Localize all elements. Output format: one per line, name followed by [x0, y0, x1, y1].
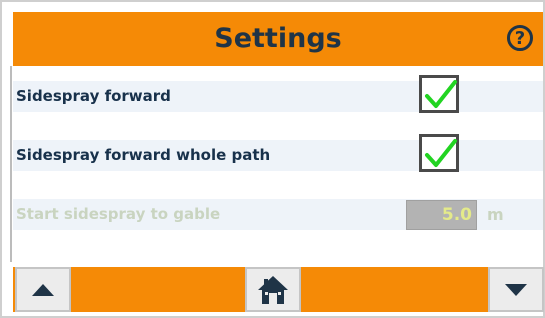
setting-label: Sidespray forward whole path [16, 146, 271, 164]
home-button[interactable] [245, 267, 301, 312]
arrow-down-icon [505, 283, 527, 296]
scroll-down-button[interactable] [488, 267, 544, 312]
scroll-up-button[interactable] [15, 267, 71, 312]
page-title: Settings [214, 23, 342, 54]
sidespray-whole-path-checkbox[interactable] [419, 134, 459, 172]
setting-label: Start sidespray to gable [16, 205, 221, 223]
arrow-up-icon [32, 283, 54, 296]
start-sidespray-value-field: 5.0 [406, 200, 477, 230]
setting-label: Sidespray forward [16, 87, 171, 105]
left-divider [10, 66, 12, 262]
setting-row-sidespray-whole-path: Sidespray forward whole path [13, 134, 543, 172]
checkmark-icon [425, 80, 457, 108]
setting-row-sidespray-forward: Sidespray forward [13, 75, 543, 113]
unit-label: m [487, 205, 504, 224]
help-icon[interactable]: ? [507, 25, 533, 51]
value-text: 5.0 [441, 205, 472, 225]
checkmark-icon [425, 139, 457, 167]
title-bar: Settings ? [13, 12, 543, 66]
settings-screen: Settings ? Sidespray forward Sidespray f… [0, 0, 545, 318]
home-icon [258, 275, 288, 304]
sidespray-forward-checkbox[interactable] [419, 75, 459, 113]
setting-row-start-sidespray: Start sidespray to gable 5.0 m [13, 199, 543, 230]
